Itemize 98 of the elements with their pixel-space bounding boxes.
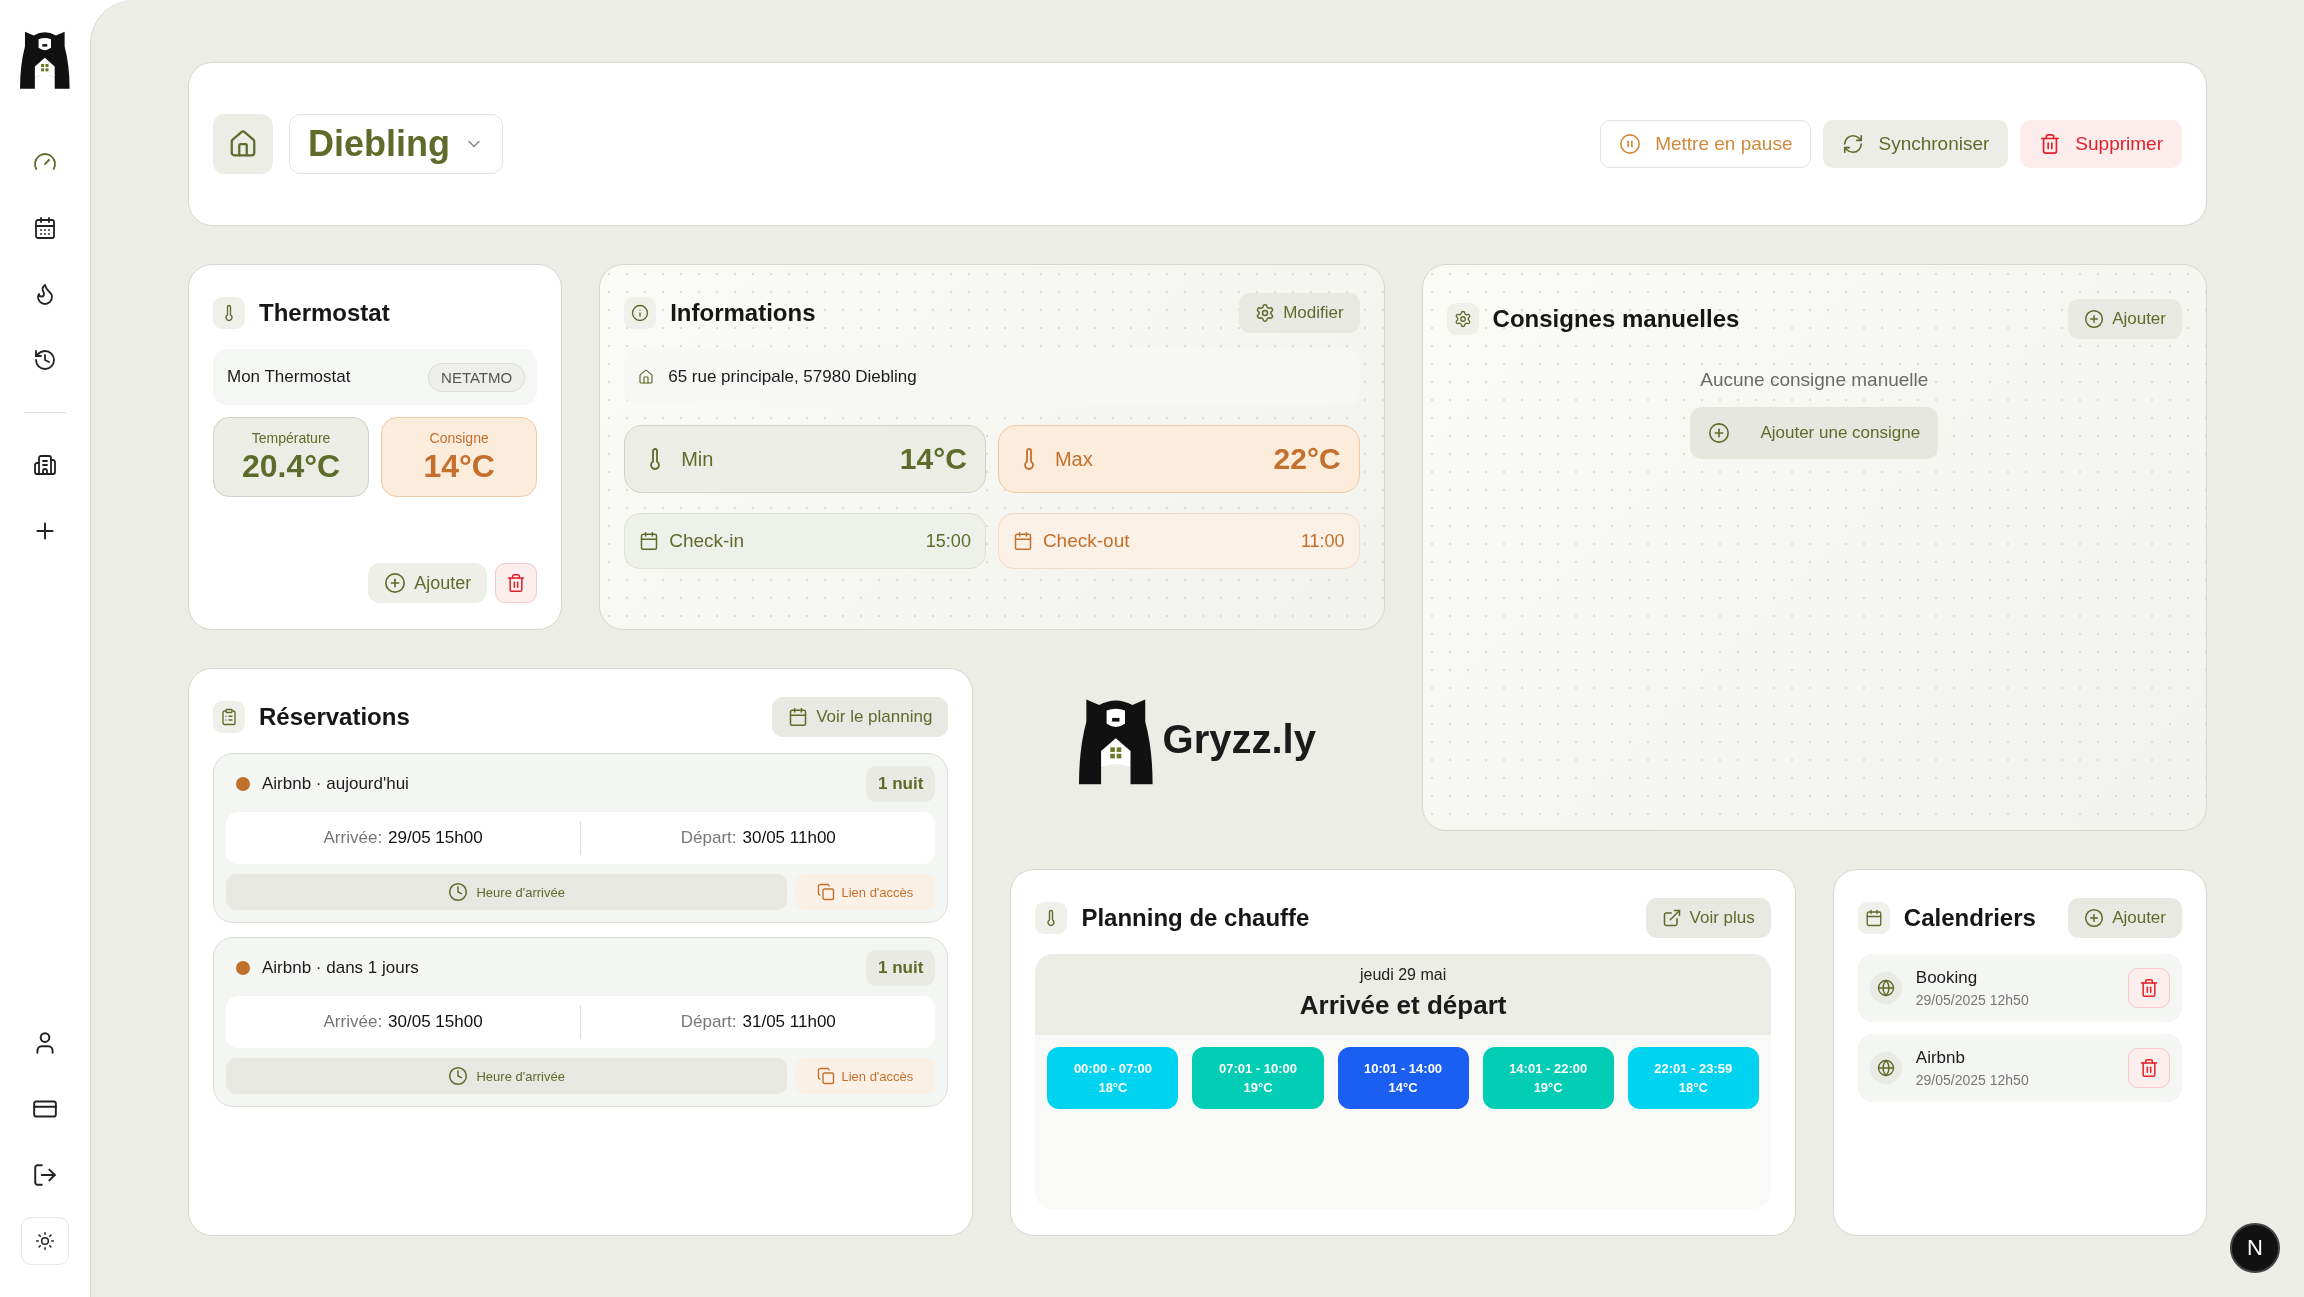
sync-date: 29/05/2025 12h50 xyxy=(1915,1072,2029,1088)
delete-button[interactable] xyxy=(495,563,538,603)
reading-label: Consigne xyxy=(429,429,489,446)
logout-icon xyxy=(32,1162,58,1188)
trash-icon xyxy=(2039,133,2062,155)
gear-icon xyxy=(1453,310,1472,328)
reading-value: 20.4°C xyxy=(241,447,341,485)
time-label: Check-in xyxy=(669,530,745,552)
globe-icon xyxy=(1876,979,1895,997)
slot-time: 07:01 - 10:00 xyxy=(1218,1061,1298,1076)
calendar-name: Airbnb xyxy=(1915,1048,1966,1068)
clock-icon xyxy=(448,1066,469,1086)
pause-icon xyxy=(1619,133,1642,155)
add-setpoint-button[interactable]: Ajouter une consigne xyxy=(1690,407,1939,459)
arrival-time-button[interactable]: Heure d'arrivée xyxy=(226,874,788,910)
device-name: Mon Thermostat xyxy=(227,367,351,387)
card-title: Planning de chauffe xyxy=(1081,904,1310,932)
card-title: Consignes manuelles xyxy=(1492,305,1740,333)
delete-button[interactable] xyxy=(2128,968,2170,1008)
limit-label: Max xyxy=(1054,447,1093,471)
nights-badge: 1 nuit xyxy=(866,766,936,802)
sync-button[interactable]: Synchroniser xyxy=(1823,120,2009,168)
trash-icon xyxy=(2139,978,2159,998)
history-icon xyxy=(33,348,57,372)
gear-icon xyxy=(1255,303,1276,323)
plus-circle-icon xyxy=(2084,309,2105,329)
slot-temperature: 18°C xyxy=(1098,1080,1128,1095)
slot-time: 10:01 - 14:00 xyxy=(1364,1061,1443,1076)
time-value: 15:00 xyxy=(925,530,971,552)
copy-icon xyxy=(817,883,836,901)
calendar-name: Booking xyxy=(1915,968,1979,988)
slot-time: 22:01 - 23:59 xyxy=(1654,1061,1733,1076)
schedule-date: jeudi 29 mai xyxy=(1359,966,1447,984)
brand-name: Gryzz.ly xyxy=(1162,717,1316,762)
sync-icon xyxy=(1842,133,1865,155)
add-button[interactable]: Ajouter xyxy=(368,563,488,603)
card-title: Thermostat xyxy=(259,299,390,327)
brand-badge: NETATMO xyxy=(428,362,526,392)
delete-button[interactable] xyxy=(2128,1048,2170,1088)
copy-icon xyxy=(817,1067,836,1085)
sun-icon xyxy=(35,1231,55,1251)
time-value: 11:00 xyxy=(1300,530,1345,552)
card-title: Informations xyxy=(670,299,816,327)
info-icon xyxy=(631,304,650,322)
add-button[interactable]: Ajouter xyxy=(2068,898,2182,938)
calendar-icon xyxy=(1012,531,1033,551)
globe-icon xyxy=(1876,1059,1895,1077)
planning-button[interactable]: Voir le planning xyxy=(772,697,949,737)
plus-circle-icon xyxy=(1708,422,1731,444)
access-link-button[interactable]: Lien d'accès xyxy=(795,874,936,910)
arrival-time-button[interactable]: Heure d'arrivée xyxy=(226,1058,788,1094)
home-icon xyxy=(228,129,258,159)
slot-temperature: 14°C xyxy=(1388,1080,1418,1095)
calendar-icon xyxy=(639,531,660,551)
reservation-source: Airbnb · dans 1 jours xyxy=(262,958,419,978)
access-link-button[interactable]: Lien d'accès xyxy=(795,1058,936,1094)
calendar-icon xyxy=(1864,909,1883,927)
arrival-text: Arrivée: 30/05 15h00 xyxy=(322,1012,484,1032)
slot-temperature: 19°C xyxy=(1243,1080,1273,1095)
slot-temperature: 19°C xyxy=(1533,1080,1563,1095)
plus-circle-icon xyxy=(384,572,407,594)
pause-button[interactable]: Mettre en pause xyxy=(1600,120,1812,168)
calendar-icon xyxy=(33,216,57,240)
sync-date: 29/05/2025 12h50 xyxy=(1915,992,2029,1008)
arrival-text: Arrivée: 29/05 15h00 xyxy=(322,828,484,848)
calendar-icon xyxy=(788,707,809,727)
time-label: Check-out xyxy=(1042,530,1130,552)
home-icon xyxy=(638,369,655,385)
clipboard-icon xyxy=(220,708,238,726)
external-link-icon xyxy=(1661,908,1682,928)
schedule-mode: Arrivée et départ xyxy=(1299,990,1507,1021)
slot-time: 00:00 - 07:00 xyxy=(1073,1061,1152,1076)
limit-value: 22°C xyxy=(1273,442,1341,476)
slot-time: 14:01 - 22:00 xyxy=(1509,1061,1588,1076)
add-button[interactable]: Ajouter xyxy=(2068,299,2182,339)
slot-temperature: 18°C xyxy=(1678,1080,1708,1095)
edit-button[interactable]: Modifier xyxy=(1239,293,1360,333)
delete-button[interactable]: Supprimer xyxy=(2020,120,2182,168)
limit-label: Min xyxy=(681,447,714,471)
card-title: Calendriers xyxy=(1903,904,2036,932)
clock-icon xyxy=(448,882,469,902)
card-title: Réservations xyxy=(259,703,410,731)
reading-label: Température xyxy=(251,429,331,446)
see-more-button[interactable]: Voir plus xyxy=(1645,898,1771,938)
trash-icon xyxy=(2139,1058,2159,1078)
trash-icon xyxy=(506,573,527,593)
building-icon xyxy=(33,453,57,477)
theme-toggle[interactable] xyxy=(21,1217,69,1265)
reading-value: 14°C xyxy=(423,447,495,485)
limit-value: 14°C xyxy=(899,442,967,476)
departure-text: Départ: 30/05 11h00 xyxy=(679,828,837,848)
plus-circle-icon xyxy=(2084,908,2105,928)
departure-text: Départ: 31/05 11h00 xyxy=(679,1012,837,1032)
nights-badge: 1 nuit xyxy=(866,950,936,986)
empty-message: Aucune consigne manuelle xyxy=(1700,369,1929,391)
property-select[interactable]: Diebling xyxy=(289,114,503,174)
reservation-source: Airbnb · aujourd'hui xyxy=(262,774,409,794)
address-text: 65 rue principale, 57980 Diebling xyxy=(668,367,917,387)
